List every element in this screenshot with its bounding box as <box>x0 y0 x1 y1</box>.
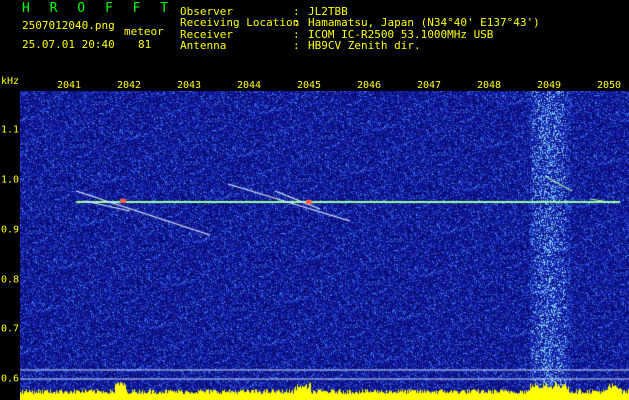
mode-label: meteor <box>124 25 164 38</box>
x-tick-2043: 2043 <box>176 80 202 91</box>
header-panel: H R O F F T 2507012040.png 25.07.01 20:4… <box>0 0 629 75</box>
y-axis-unit: kHz <box>1 76 20 87</box>
y-tick-1-0: 1.0 <box>1 174 20 186</box>
antenna-value: HB9CV Zenith dir. <box>308 39 421 52</box>
x-tick-2046: 2046 <box>356 80 382 91</box>
x-tick-2048: 2048 <box>476 80 502 91</box>
y-tick-0-7: 0.7 <box>1 323 20 335</box>
datetime: 25.07.01 20:40 <box>22 38 115 51</box>
x-tick-2044: 2044 <box>236 80 262 91</box>
y-tick-0-6: 0.6 <box>1 373 20 385</box>
app-logo: H R O F F T <box>22 1 175 16</box>
x-tick-2041: 2041 <box>56 80 82 91</box>
x-tick-2047: 2047 <box>416 80 442 91</box>
antenna-sep: : <box>293 39 300 52</box>
spectrogram-canvas <box>20 91 629 400</box>
x-tick-2050: 2050 <box>596 80 622 91</box>
y-tick-1-1: 1.1 <box>1 124 20 136</box>
y-tick-0-9: 0.9 <box>1 224 20 236</box>
meteor-count: 81 <box>138 38 152 51</box>
y-tick-0-8: 0.8 <box>1 274 20 286</box>
x-tick-2045: 2045 <box>296 80 322 91</box>
x-tick-2049: 2049 <box>536 80 562 91</box>
antenna-label: Antenna <box>180 39 227 52</box>
filename: 2507012040.png <box>22 19 115 32</box>
x-tick-2042: 2042 <box>116 80 142 91</box>
